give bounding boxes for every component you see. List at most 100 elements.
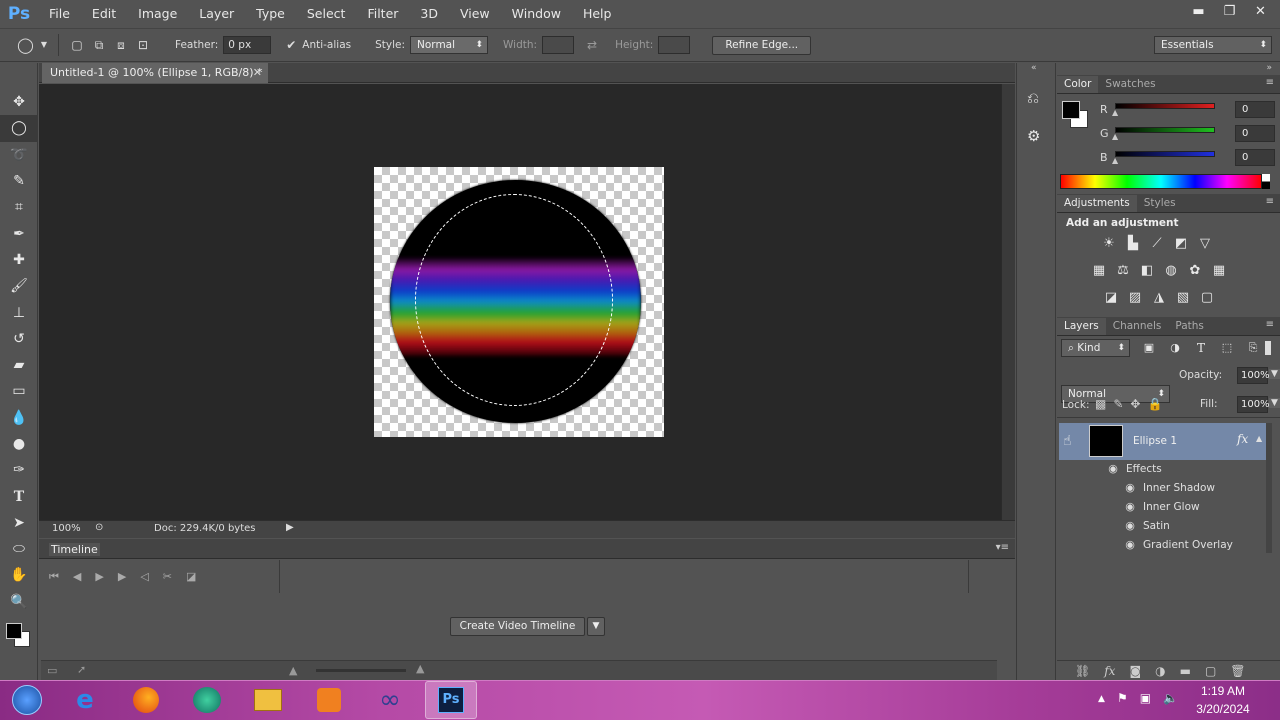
lock-transparent-icon[interactable]: ▩	[1095, 397, 1106, 411]
status-info-icon[interactable]: ⊙	[95, 522, 103, 533]
slider-thumb-icon[interactable]: ▲	[1112, 108, 1118, 117]
layers-scrollbar[interactable]	[1266, 423, 1272, 553]
layer-name[interactable]: Ellipse 1	[1133, 435, 1177, 447]
menu-3d[interactable]: 3D	[409, 0, 449, 27]
document-canvas[interactable]	[374, 167, 664, 437]
elliptical-marquee-tool-icon[interactable]: ◯	[17, 37, 34, 53]
height-input[interactable]	[658, 36, 691, 54]
eye-icon[interactable]: ◉	[1123, 500, 1137, 513]
invert-icon[interactable]: ◪	[1103, 290, 1119, 306]
tab-styles[interactable]: Styles	[1137, 195, 1183, 212]
gradient-map-icon[interactable]: ▧	[1175, 290, 1191, 306]
fill-value[interactable]: 100%	[1237, 396, 1270, 413]
menu-edit[interactable]: Edit	[81, 0, 127, 27]
collapse-panels-icon[interactable]: «	[1031, 63, 1037, 73]
timeline-zoom-slider[interactable]	[316, 669, 406, 672]
layer-fx-badge[interactable]: fx	[1237, 432, 1248, 446]
photoshop-logo[interactable]: Ps	[0, 0, 38, 27]
channel-g-value[interactable]: 0	[1235, 125, 1275, 142]
frame-mode-icon[interactable]: ▭	[47, 664, 57, 677]
restore-icon[interactable]: ❐	[1216, 2, 1243, 21]
menu-file[interactable]: File	[38, 0, 81, 27]
close-tab-icon[interactable]: ✕	[253, 63, 262, 83]
filter-shape-icon[interactable]: ⬚	[1219, 340, 1235, 356]
checkbox-checked-icon[interactable]: ✔	[284, 37, 298, 53]
add-to-selection-icon[interactable]: ⧉	[91, 37, 107, 53]
tab-paths[interactable]: Paths	[1168, 318, 1211, 335]
show-hidden-icons-icon[interactable]: ▲	[1098, 691, 1105, 707]
photoshop-taskbar-icon[interactable]: Ps	[425, 681, 477, 719]
close-icon[interactable]: ✕	[1247, 2, 1274, 21]
zoom-tool-icon[interactable]: 🔍	[0, 589, 38, 615]
channel-b-value[interactable]: 0	[1235, 149, 1275, 166]
foreground-color-swatch[interactable]	[6, 622, 22, 639]
swap-arrows-icon[interactable]: ⇄	[584, 37, 600, 53]
volume-icon[interactable]: 🔈	[1163, 691, 1178, 707]
internet-explorer-icon[interactable]: e	[59, 681, 111, 719]
file-explorer-icon[interactable]	[242, 681, 294, 719]
messenger-icon[interactable]	[181, 681, 233, 719]
next-frame-icon[interactable]: ▶	[118, 570, 126, 583]
filter-adjustment-icon[interactable]: ◑	[1167, 340, 1183, 356]
elliptical-marquee-icon[interactable]: ◯	[0, 115, 38, 142]
eye-icon[interactable]: ◉	[1106, 462, 1120, 475]
new-selection-icon[interactable]: ▢	[69, 37, 85, 53]
play-icon[interactable]: ▶	[95, 570, 103, 583]
tab-layers[interactable]: Layers	[1057, 318, 1106, 335]
layers-menu-icon[interactable]: ≡	[1266, 319, 1274, 330]
timeline-menu-icon[interactable]: ▾≡	[996, 542, 1009, 553]
spectrum-bar[interactable]	[1060, 174, 1262, 189]
new-layer-icon[interactable]: ▢	[1205, 664, 1216, 678]
menu-view[interactable]: View	[449, 0, 501, 27]
split-scissors-icon[interactable]: ✂	[163, 570, 172, 583]
link-layers-icon[interactable]: ⛓	[1075, 664, 1090, 678]
start-button-icon[interactable]	[4, 681, 50, 719]
adjustments-menu-icon[interactable]: ≡	[1266, 196, 1274, 207]
menu-select[interactable]: Select	[296, 0, 357, 27]
move-tool-icon[interactable]: ✥	[0, 89, 38, 115]
quick-selection-icon[interactable]: ✎	[0, 168, 38, 194]
filter-type-icon[interactable]: T	[1193, 340, 1209, 356]
new-group-icon[interactable]: ▬	[1180, 664, 1191, 678]
curves-icon[interactable]: ⟋	[1149, 236, 1165, 252]
ellipse-shape-icon[interactable]: ⬭	[0, 536, 38, 562]
eraser-icon[interactable]: ▰	[0, 352, 38, 378]
color-lookup-icon[interactable]: ▦	[1211, 263, 1227, 279]
healing-brush-icon[interactable]: ✚	[0, 247, 38, 273]
layer-filter-select[interactable]: ⌕ Kind	[1061, 339, 1130, 357]
brush-tool-icon[interactable]: 🖌	[0, 273, 38, 299]
filter-toggle[interactable]	[1265, 341, 1271, 355]
channel-r-slider[interactable]	[1115, 103, 1215, 109]
network-icon[interactable]: ▣	[1140, 691, 1151, 707]
hand-tool-icon[interactable]: ✋	[0, 562, 38, 588]
photo-filter-icon[interactable]: ◍	[1163, 263, 1179, 279]
eyedropper-icon[interactable]: ✒	[0, 220, 38, 246]
menu-image[interactable]: Image	[127, 0, 188, 27]
channel-mixer-icon[interactable]: ✿	[1187, 263, 1203, 279]
taskbar-clock[interactable]: 1:19 AM 3/20/2024	[1188, 682, 1258, 718]
color-fg-swatch[interactable]	[1062, 101, 1080, 119]
width-input[interactable]	[542, 36, 575, 54]
delete-layer-icon[interactable]: 🗑	[1230, 664, 1245, 678]
vertical-scrollbar[interactable]	[1001, 84, 1015, 520]
lock-image-icon[interactable]: ✎	[1113, 397, 1123, 411]
new-adjustment-layer-icon[interactable]: ◑	[1155, 664, 1165, 678]
lock-all-icon[interactable]: 🔒	[1147, 397, 1162, 411]
vibrance-icon[interactable]: ▽	[1197, 236, 1213, 252]
tab-adjustments[interactable]: Adjustments	[1057, 195, 1137, 212]
effects-row[interactable]: ◉ Effects	[1106, 459, 1266, 478]
spectrum-white-black[interactable]	[1262, 174, 1270, 189]
timeline-dropdown-icon[interactable]: ▼	[587, 617, 605, 636]
create-video-timeline-button[interactable]: Create Video Timeline	[450, 617, 585, 636]
menu-window[interactable]: Window	[501, 0, 572, 27]
color-balance-icon[interactable]: ⚖	[1115, 263, 1131, 279]
menu-type[interactable]: Type	[245, 0, 296, 27]
zoom-in-mountain-icon[interactable]: ▲	[416, 662, 424, 675]
brightness-contrast-icon[interactable]: ☀	[1101, 236, 1117, 252]
history-panel-icon[interactable]: ⎌	[1027, 89, 1039, 107]
channel-g-slider[interactable]	[1115, 127, 1215, 133]
filter-pixel-icon[interactable]: ▣	[1141, 340, 1157, 356]
refine-edge-button[interactable]: Refine Edge...	[712, 35, 812, 55]
status-menu-arrow-icon[interactable]: ▶	[286, 522, 294, 533]
style-select[interactable]: Normal	[410, 36, 489, 54]
